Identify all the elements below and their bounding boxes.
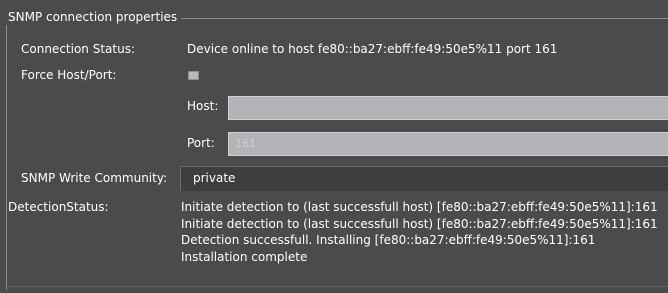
force-host-port-checkbox[interactable] (188, 71, 199, 80)
port-input[interactable]: 161 (228, 132, 668, 156)
write-community-input[interactable]: private (180, 166, 668, 191)
connection-status-label: Connection Status: (21, 42, 135, 56)
group-box-bottom-divider (6, 286, 668, 287)
detection-status-log: Initiate detection to (last successfull … (181, 199, 658, 265)
detection-status-line: Detection successfull. Installing [fe80:… (181, 233, 596, 247)
snmp-properties-panel: SNMP connection properties Connection St… (0, 0, 668, 293)
port-label: Port: (187, 136, 215, 150)
host-label: Host: (187, 99, 219, 113)
group-box-title: SNMP connection properties (6, 9, 182, 25)
detection-status-line: Initiate detection to (last successfull … (181, 216, 658, 231)
detection-status-line: Installation complete (181, 249, 308, 264)
detection-status-label: DetectionStatus: (8, 200, 109, 214)
detection-status-line: Initiate detection to (last successfull … (181, 200, 658, 214)
force-host-port-label: Force Host/Port: (21, 68, 117, 82)
connection-status-value: Device online to host fe80::ba27:ebff:fe… (187, 42, 558, 56)
write-community-label: SNMP Write Community: (21, 171, 168, 185)
host-input[interactable] (228, 96, 668, 120)
